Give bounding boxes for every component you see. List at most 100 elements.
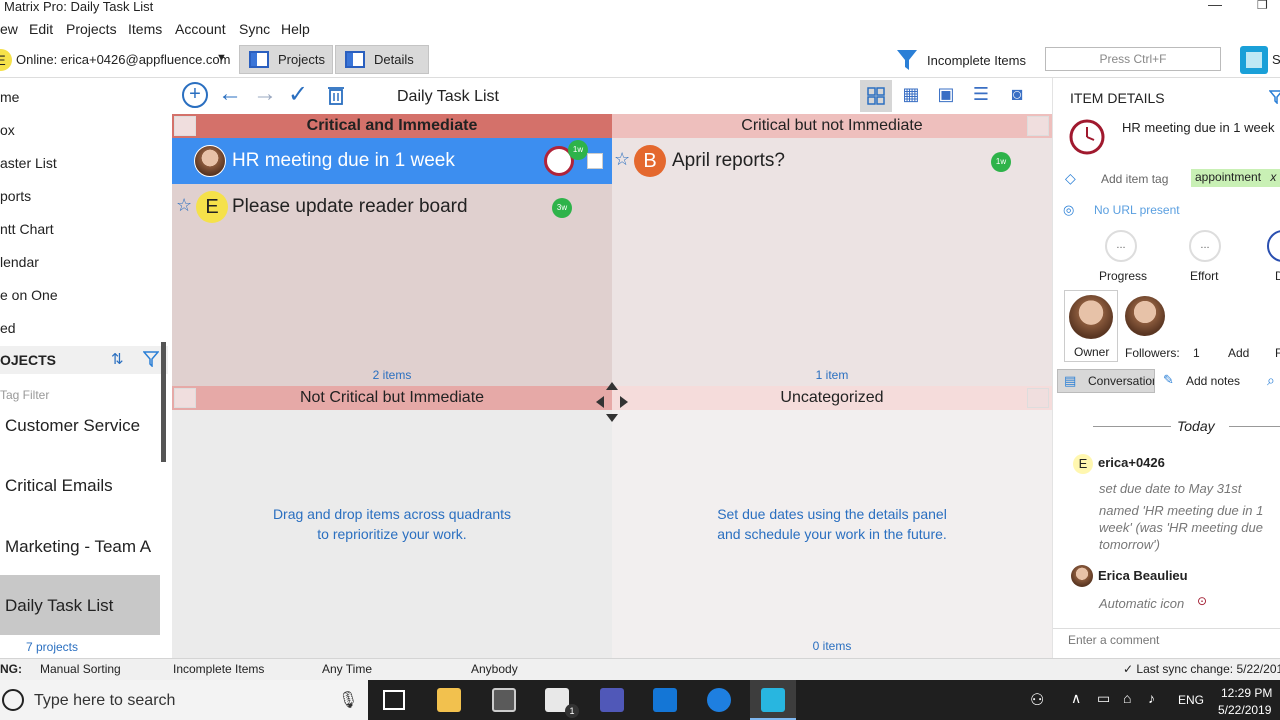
network-icon[interactable]: ⌂ — [1123, 690, 1131, 706]
sidebar-scrollbar[interactable] — [161, 342, 166, 462]
menu-sync[interactable]: Sync — [239, 21, 270, 37]
check-icon[interactable]: ✓ — [288, 80, 308, 109]
menu-account[interactable]: Account — [175, 21, 226, 37]
language-indicator[interactable]: ENG — [1178, 693, 1204, 707]
chevron-down-icon[interactable]: ▼ — [216, 52, 227, 64]
add-follower-button[interactable]: Add — [1228, 346, 1249, 360]
star-icon[interactable]: ☆ — [176, 195, 192, 216]
tag-remove-icon[interactable]: x — [1270, 170, 1276, 184]
restore-icon[interactable]: ❐ — [1257, 0, 1268, 12]
quadrant-critical-not-immediate[interactable]: Critical but not Immediate ☆ B April rep… — [612, 114, 1052, 386]
effort-dial[interactable]: ... — [1189, 230, 1221, 262]
quadrant-uncategorized[interactable]: Uncategorized Set due dates using the de… — [612, 386, 1052, 658]
task-title[interactable]: April reports? — [672, 150, 785, 172]
user-avatar[interactable]: E — [0, 49, 12, 71]
owner-selector[interactable]: Owner — [1064, 290, 1118, 362]
clock-time[interactable]: 12:29 PM — [1221, 686, 1272, 700]
sorting-status[interactable]: Manual Sorting — [40, 662, 121, 676]
toolbar-right-partial[interactable]: S — [1272, 52, 1280, 67]
filter-icon[interactable] — [143, 351, 159, 367]
task-row-selected[interactable]: HR meeting due in 1 week 1w — [172, 138, 612, 184]
trash-icon[interactable] — [327, 84, 345, 106]
online-status[interactable]: Online: erica+0426@appfluence.com — [16, 52, 230, 67]
search-input[interactable]: Press Ctrl+F — [1045, 47, 1221, 71]
app-logo-icon[interactable] — [1240, 46, 1268, 74]
sidebar-item-calendar[interactable]: lendar — [0, 254, 39, 270]
chart-view-icon[interactable]: ▣ — [930, 80, 962, 108]
task-checkbox[interactable] — [587, 153, 603, 169]
clock-icon[interactable] — [1068, 118, 1106, 156]
store-icon[interactable] — [492, 688, 516, 712]
item-title[interactable]: HR meeting due in 1 week — [1122, 120, 1274, 135]
volume-icon[interactable]: ♪ — [1148, 690, 1155, 706]
forward-arrow-icon[interactable]: → — [253, 80, 277, 108]
teams-icon[interactable] — [600, 688, 624, 712]
project-customer-service[interactable]: Customer Service — [5, 416, 140, 436]
time-status[interactable]: Any Time — [322, 662, 372, 676]
comment-input[interactable]: Enter a comment — [1068, 633, 1159, 647]
file-explorer-icon[interactable] — [437, 688, 461, 712]
taskbar-search-input[interactable]: Type here to search — [34, 692, 175, 710]
microphone-icon[interactable]: 🎙 — [338, 690, 358, 710]
quadrant-checkbox[interactable] — [174, 116, 196, 136]
quadrant-checkbox[interactable] — [174, 388, 196, 408]
minimize-icon[interactable]: — — [1208, 0, 1222, 12]
back-arrow-icon[interactable]: ← — [218, 80, 242, 108]
person-status[interactable]: Anybody — [471, 662, 518, 676]
sidebar-item-shared[interactable]: ed — [0, 320, 16, 336]
sidebar-item-master-list[interactable]: aster List — [0, 155, 57, 171]
filter-status[interactable]: Incomplete Items — [173, 662, 264, 676]
taskbar-search[interactable]: Type here to search 🎙 — [0, 680, 368, 720]
sort-icon[interactable]: ⇅ — [111, 350, 124, 368]
attachment-icon[interactable]: ⌕ — [1267, 372, 1275, 389]
menu-view[interactable]: ew — [0, 21, 18, 37]
outlook-icon[interactable] — [653, 688, 677, 712]
progress-dial[interactable]: ... — [1105, 230, 1137, 262]
move-handle-icon[interactable] — [594, 380, 630, 424]
details-right-partial[interactable]: F — [1275, 346, 1280, 360]
menu-projects[interactable]: Projects — [66, 21, 117, 37]
quadrant-not-critical-immediate[interactable]: Not Critical but Immediate Drag and drop… — [172, 386, 612, 658]
due-date-dial[interactable]: 1 — [1267, 230, 1280, 262]
project-marketing-team-a[interactable]: Marketing - Team A — [5, 537, 151, 557]
project-daily-task-list[interactable]: Daily Task List — [0, 575, 160, 635]
projects-button[interactable]: Projects — [239, 45, 333, 74]
add-item-icon[interactable]: + — [182, 82, 208, 108]
clock-date[interactable]: 5/22/2019 — [1218, 703, 1271, 717]
tag-chip[interactable]: appointment x — [1191, 169, 1280, 187]
filter-icon[interactable] — [1269, 90, 1280, 104]
menu-items[interactable]: Items — [128, 21, 162, 37]
task-row[interactable]: ☆ B April reports? 1w — [612, 138, 1052, 184]
star-icon[interactable]: ☆ — [614, 149, 630, 170]
quadrant-checkbox[interactable] — [1027, 388, 1049, 408]
filter-label[interactable]: Incomplete Items — [927, 53, 1026, 68]
menu-edit[interactable]: Edit — [29, 21, 53, 37]
task-row[interactable]: ☆ E Please update reader board 3w — [172, 184, 612, 230]
filter-icon[interactable] — [895, 47, 919, 73]
sidebar-item-home[interactable]: me — [0, 89, 19, 105]
sidebar-item-reports[interactable]: ports — [0, 188, 31, 204]
calendar-view-icon[interactable]: ▦ — [895, 80, 927, 108]
url-field[interactable]: No URL present — [1094, 203, 1180, 217]
add-tag-field[interactable]: Add item tag — [1101, 172, 1168, 186]
tag-filter[interactable]: Tag Filter — [0, 388, 49, 402]
task-title[interactable]: HR meeting due in 1 week — [232, 150, 455, 172]
project-critical-emails[interactable]: Critical Emails — [5, 476, 113, 496]
tab-add-notes[interactable]: Add notes — [1186, 374, 1240, 388]
quadrant-checkbox[interactable] — [1027, 116, 1049, 136]
tab-conversation[interactable]: ▤ Conversation — [1057, 369, 1155, 393]
chevron-up-icon[interactable]: ∧ — [1071, 690, 1081, 707]
sidebar-item-one-on-one[interactable]: e on One — [0, 287, 58, 303]
people-icon[interactable]: ⚇ — [1030, 690, 1044, 710]
feed-view-icon[interactable]: ◙ — [1001, 80, 1033, 108]
task-title[interactable]: Please update reader board — [232, 196, 468, 218]
gantt-view-icon[interactable]: ☰ — [965, 80, 997, 108]
edge-icon[interactable] — [707, 688, 731, 712]
taskbar-active-app[interactable] — [750, 680, 796, 720]
grid-view-button[interactable] — [860, 80, 892, 112]
menu-help[interactable]: Help — [281, 21, 310, 37]
follower-avatar[interactable] — [1125, 296, 1165, 336]
sidebar-item-inbox[interactable]: ox — [0, 122, 15, 138]
details-button[interactable]: Details — [335, 45, 429, 74]
quadrant-critical-immediate[interactable]: Critical and Immediate HR meeting due in… — [172, 114, 612, 386]
